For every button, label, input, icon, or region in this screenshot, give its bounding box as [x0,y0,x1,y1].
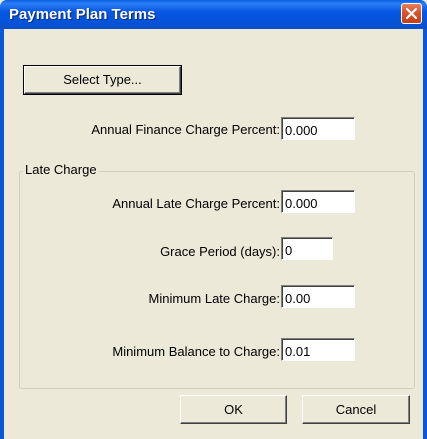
grace-period-label: Grace Period (days): [160,244,280,259]
grace-period-input[interactable] [281,237,333,260]
cancel-button-label: Cancel [335,402,377,417]
annual-finance-charge-input[interactable] [281,117,355,140]
annual-late-charge-input[interactable] [281,190,355,213]
title-bar[interactable]: Payment Plan Terms [0,0,427,29]
minimum-late-charge-input[interactable] [281,285,355,308]
minimum-balance-input[interactable] [281,338,355,361]
window-title: Payment Plan Terms [9,6,156,23]
close-button[interactable] [401,3,422,24]
select-type-button[interactable]: Select Type... [23,65,182,95]
late-charge-group-label: Late Charge [23,162,99,177]
cancel-button[interactable]: Cancel [302,395,410,424]
ok-button[interactable]: OK [180,395,287,424]
annual-finance-charge-label: Annual Finance Charge Percent: [91,122,280,137]
dialog-window: Payment Plan Terms Select Type... Annual… [0,0,427,439]
dialog-body: Select Type... Annual Finance Charge Per… [4,29,423,439]
minimum-late-charge-label: Minimum Late Charge: [148,291,281,306]
ok-button-label: OK [224,402,243,417]
close-icon [405,7,418,20]
select-type-button-label: Select Type... [63,72,142,87]
minimum-balance-label: Minimum Balance to Charge: [112,344,280,359]
annual-late-charge-label: Annual Late Charge Percent: [112,196,280,211]
